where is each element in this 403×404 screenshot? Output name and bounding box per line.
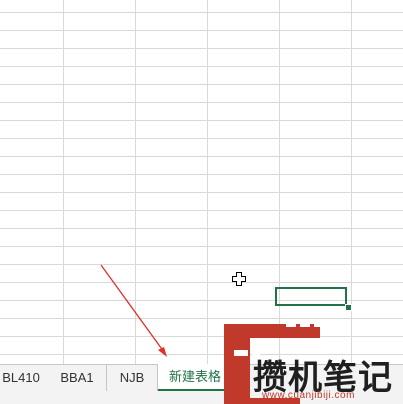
sheet-tab-bl410[interactable]: BL410	[0, 365, 49, 391]
selected-cell[interactable]	[275, 287, 347, 306]
spreadsheet-grid[interactable]	[0, 0, 403, 365]
fill-handle[interactable]	[345, 304, 352, 311]
sheet-tab-njb[interactable]: NJB	[107, 365, 158, 391]
watermark-url: www.cuanjibiji.com	[262, 390, 355, 401]
cell-cursor-icon	[232, 272, 246, 286]
sheet-tab-bba1[interactable]: BBA1	[48, 365, 107, 391]
